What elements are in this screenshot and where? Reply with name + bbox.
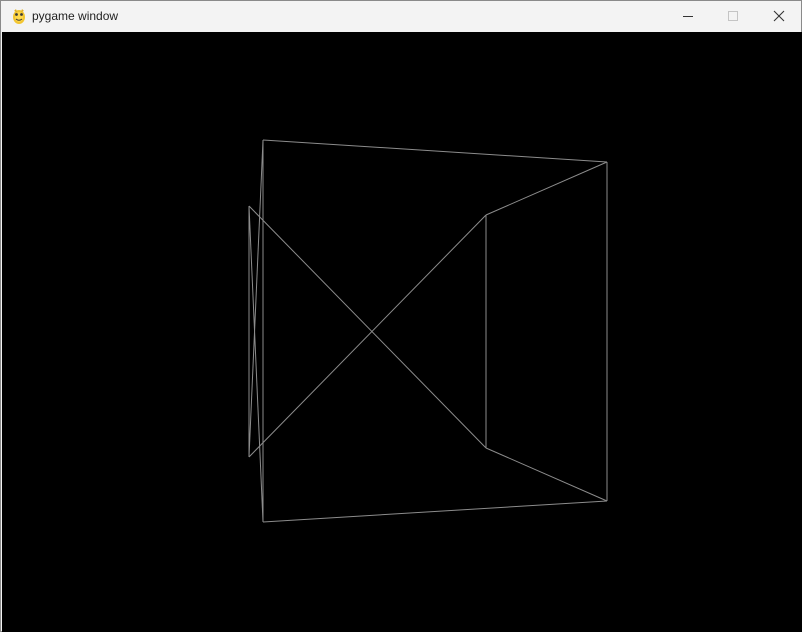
edge [485, 161, 608, 216]
pygame-window: pygame window [0, 0, 802, 632]
game-canvas[interactable] [2, 32, 802, 632]
minimize-button[interactable] [665, 1, 711, 31]
edge [248, 205, 264, 523]
edge [248, 214, 487, 458]
minimize-icon [683, 16, 693, 17]
edge [248, 139, 264, 458]
edge [262, 139, 608, 163]
maximize-icon [728, 11, 738, 21]
pygame-snake-icon [10, 7, 28, 25]
close-button[interactable] [756, 1, 802, 31]
maximize-button[interactable] [711, 1, 757, 31]
wireframe-cube [248, 139, 608, 523]
window-title: pygame window [32, 9, 119, 23]
title-bar[interactable]: pygame window [1, 1, 801, 31]
close-icon [773, 10, 785, 22]
edge [248, 205, 487, 449]
edge [262, 500, 608, 523]
edge [485, 447, 608, 502]
